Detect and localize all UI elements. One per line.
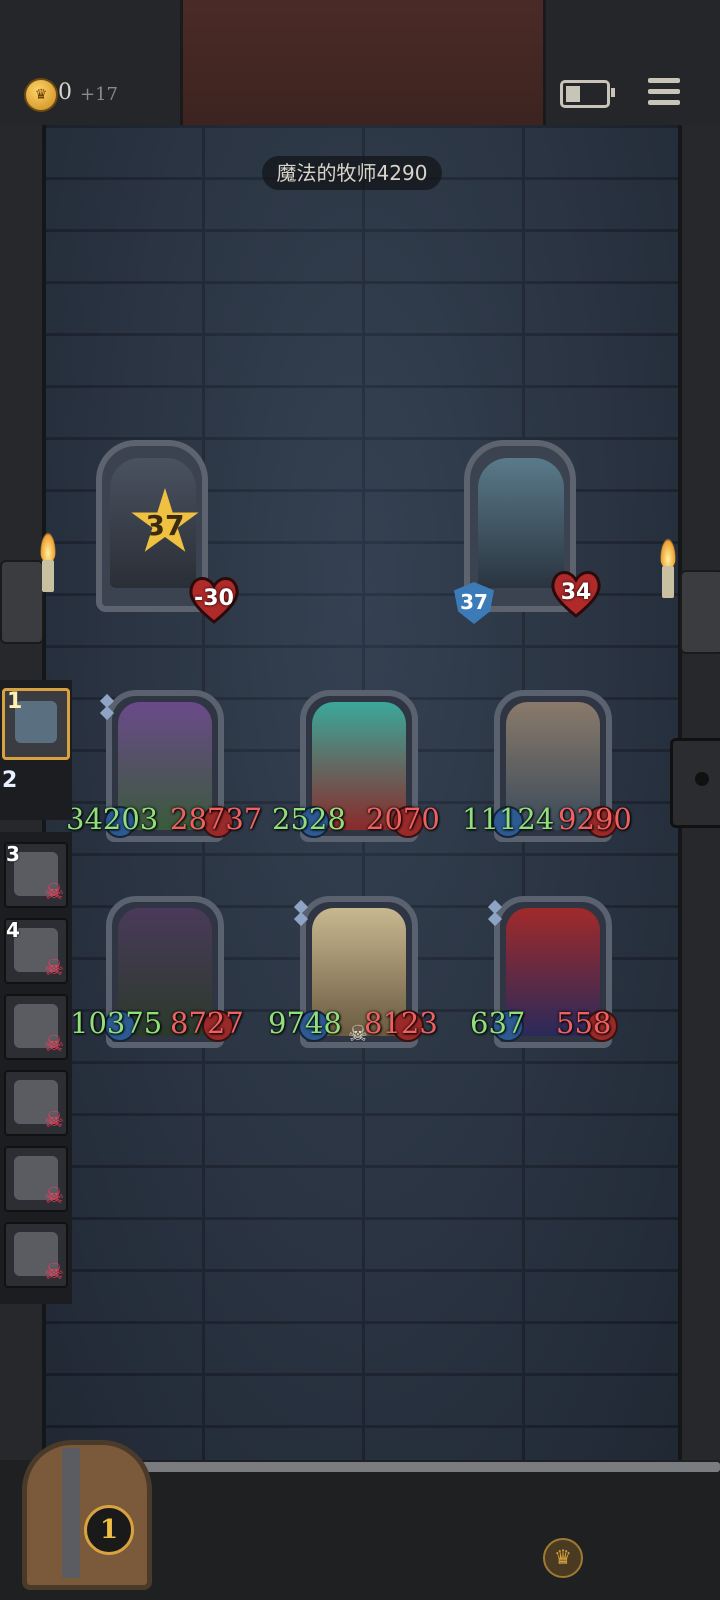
enemy-2-hp: 34 <box>548 568 604 618</box>
side-portrait-fallen[interactable]: ☠ <box>4 1146 68 1212</box>
coin-gain: +17 <box>80 84 118 105</box>
hero-health: 8123 <box>364 1006 438 1040</box>
rail <box>120 1462 720 1472</box>
hero-health: 28737 <box>170 802 263 836</box>
dead-skull-icon: ☠ <box>44 956 64 981</box>
coin-count: 0 <box>58 80 72 105</box>
hero-attack: 2528 <box>272 802 346 836</box>
side-portrait-fallen[interactable]: 3 ☠ <box>4 842 68 908</box>
hero-health: 2070 <box>366 802 440 836</box>
enemy-1-hp: -30 <box>186 574 242 624</box>
hero-attack: 9748 <box>268 1006 342 1040</box>
dead-skull-icon: ☠ <box>44 1184 64 1209</box>
side-portrait-active[interactable]: 1 <box>2 688 70 760</box>
dead-skull-icon: ☠ <box>44 1260 64 1285</box>
side-door[interactable] <box>670 738 720 828</box>
side-portrait-fallen[interactable]: ☠ <box>4 1222 68 1288</box>
hero-attack: 11124 <box>462 802 555 836</box>
dead-skull-icon: ☠ <box>44 1032 64 1057</box>
side-slot-2: 2 <box>2 768 18 793</box>
dead-skull-icon: ☠ <box>44 1108 64 1133</box>
hero-attack: 10375 <box>70 1006 163 1040</box>
hero-attack: 637 <box>470 1006 526 1040</box>
hero-health: 558 <box>556 1006 612 1040</box>
room-title: 魔法的牧师4290 <box>262 156 442 190</box>
top-door <box>180 0 546 125</box>
deck-count-badge: 1 <box>84 1505 134 1555</box>
torch-icon <box>38 532 58 592</box>
crown-coin-icon: ♛ <box>24 78 58 112</box>
side-portrait-fallen[interactable]: ☠ <box>4 994 68 1060</box>
hero-health: 8727 <box>170 1006 244 1040</box>
menu-icon[interactable] <box>648 76 680 108</box>
right-sconce <box>680 570 720 654</box>
hero-health: 9290 <box>558 802 632 836</box>
side-portrait-fallen[interactable]: ☠ <box>4 1070 68 1136</box>
deck-chest[interactable] <box>22 1440 152 1590</box>
dead-skull-icon: ☠ <box>44 880 64 905</box>
crown-icon[interactable]: ♛ <box>543 1538 583 1578</box>
side-portrait-fallen[interactable]: 4 ☠ <box>4 918 68 984</box>
battery-icon <box>560 80 615 108</box>
hero-attack: 34203 <box>66 802 159 836</box>
torch-icon <box>658 538 678 598</box>
